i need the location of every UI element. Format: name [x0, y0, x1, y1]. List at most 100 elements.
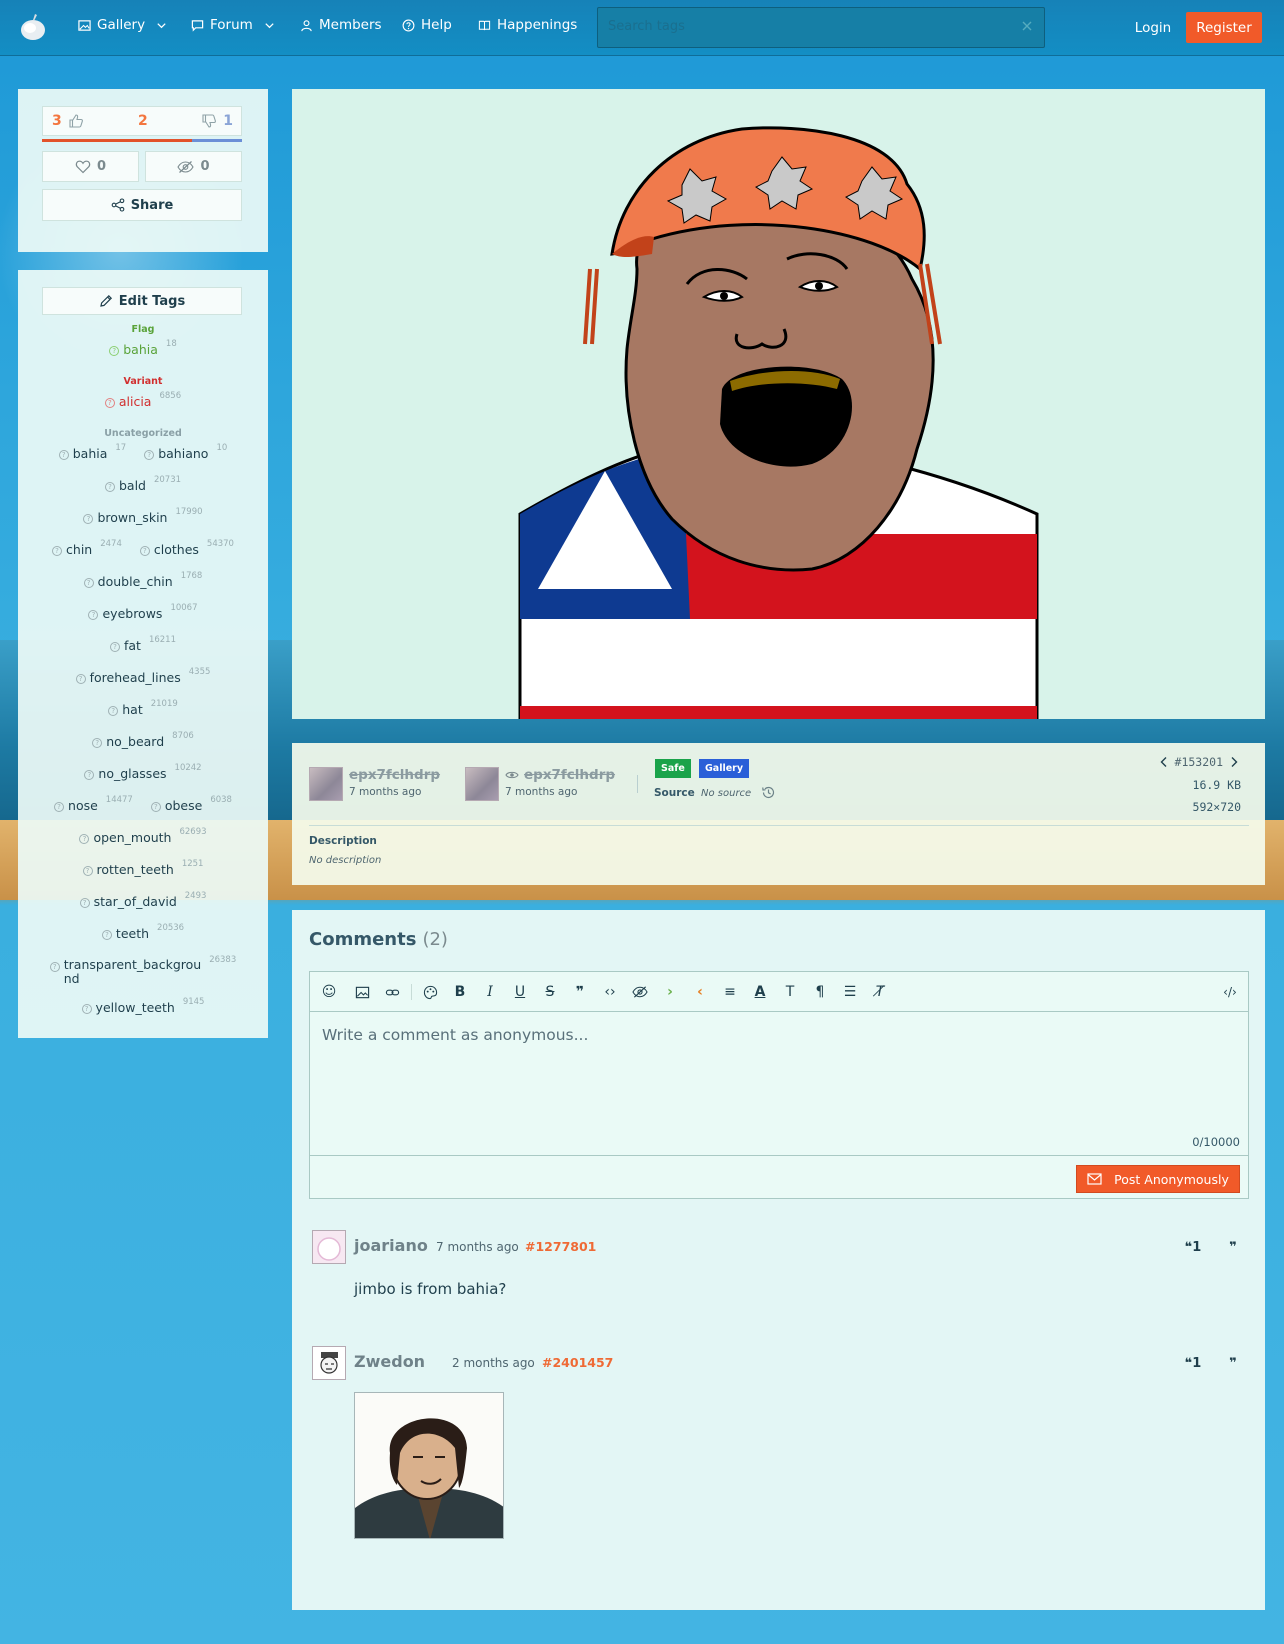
tag-help-icon[interactable]: ?	[139, 546, 150, 556]
tag[interactable]: ? alicia 6856	[104, 391, 181, 409]
favorite-button[interactable]: 0	[42, 151, 139, 182]
comment-author[interactable]: joariano	[354, 1236, 428, 1255]
orangetext-icon[interactable]: ‹	[692, 984, 708, 1000]
underline-icon[interactable]: U	[512, 984, 528, 1000]
tag-help-icon[interactable]: ?	[58, 450, 69, 460]
tag-help-icon[interactable]: ?	[79, 898, 90, 908]
comment-avatar[interactable]	[312, 1346, 346, 1380]
italic-icon[interactable]: I	[482, 984, 498, 1000]
tag-help-icon[interactable]: ?	[84, 770, 95, 780]
post-anonymously-button[interactable]: Post Anonymously	[1076, 1165, 1240, 1193]
comment-author[interactable]: Zwedon	[354, 1352, 425, 1371]
chevron-left-icon[interactable]	[1159, 756, 1169, 768]
tag-help-icon[interactable]: ?	[101, 930, 112, 940]
tag-help-icon[interactable]: ?	[82, 866, 93, 876]
tag-help-icon[interactable]: ?	[79, 834, 90, 844]
bold-icon[interactable]: B	[452, 984, 468, 1000]
editor-avatar[interactable]	[465, 767, 499, 801]
tag[interactable]: ? no_glasses 10242	[84, 763, 202, 781]
comment-input[interactable]: Write a comment as anonymous...	[322, 1026, 588, 1044]
rating-badge-safe[interactable]: Safe	[655, 759, 691, 778]
tag-help-icon[interactable]: ?	[52, 546, 63, 556]
tag[interactable]: ? no_beard 8706	[92, 731, 194, 749]
tag[interactable]: ? transparent_backgrou nd 26383	[49, 955, 236, 986]
nav-gallery[interactable]: Gallery	[78, 17, 168, 33]
tag-help-icon[interactable]: ?	[83, 578, 94, 588]
tag[interactable]: ? yellow_teeth 9145	[81, 997, 204, 1015]
paragraph-icon[interactable]: ¶	[812, 984, 828, 1000]
nav-members[interactable]: Members	[300, 17, 382, 33]
tag[interactable]: ? clothes 54370	[139, 539, 234, 557]
emoji-icon[interactable]: ☺	[321, 984, 337, 1000]
quote-icon[interactable]: ❞	[572, 984, 588, 1000]
comment-image[interactable]	[354, 1392, 504, 1539]
tag-help-icon[interactable]: ?	[81, 1004, 92, 1014]
history-icon[interactable]	[761, 785, 776, 800]
tag-help-icon[interactable]: ?	[144, 450, 155, 460]
uploader[interactable]: epx7fclhdrp 7 months ago	[309, 767, 440, 801]
editor[interactable]: epx7fclhdrp 7 months ago	[465, 767, 615, 801]
tag[interactable]: ? bahiano 10	[144, 443, 227, 461]
hide-button[interactable]: 0	[145, 151, 242, 182]
tag[interactable]: ? hat 21019	[108, 699, 178, 717]
tag-help-icon[interactable]: ?	[92, 738, 103, 748]
tag[interactable]: ? teeth 20536	[101, 923, 184, 941]
tag-help-icon[interactable]: ?	[75, 674, 86, 684]
tag[interactable]: ? star_of_david 2493	[79, 891, 206, 909]
source-mode-icon[interactable]: ‹/›	[1222, 984, 1238, 1000]
nav-happenings[interactable]: Happenings	[478, 17, 577, 33]
tag[interactable]: ? bald 20731	[104, 475, 181, 493]
tag[interactable]: ? nose 14477	[54, 795, 133, 813]
tag[interactable]: ? eyebrows 10067	[88, 603, 198, 621]
nav-help[interactable]: Help	[402, 17, 452, 33]
tag-help-icon[interactable]: ?	[150, 802, 161, 812]
quote-icon[interactable]: ❞	[1224, 1355, 1242, 1371]
tag[interactable]: ? bahia 17	[58, 443, 126, 461]
uploader-avatar[interactable]	[309, 767, 343, 801]
code-icon[interactable]: ‹›	[602, 984, 618, 1000]
clear-format-icon[interactable]: T̸	[872, 984, 888, 1000]
upvote-button[interactable]: 3	[52, 113, 84, 129]
comment-avatar[interactable]	[312, 1230, 346, 1264]
reply-icon[interactable]: ❝1	[1184, 1239, 1202, 1255]
chevron-right-icon[interactable]	[1229, 756, 1239, 768]
tag[interactable]: ? open_mouth 62693	[79, 827, 207, 845]
uploader-name[interactable]: epx7fclhdrp	[349, 767, 440, 783]
spoiler-icon[interactable]	[632, 984, 648, 1000]
quote-icon[interactable]: ❞	[1224, 1239, 1242, 1255]
tag[interactable]: ? brown_skin 17990	[83, 507, 203, 525]
tag-help-icon[interactable]: ?	[83, 514, 94, 524]
tag[interactable]: ? rotten_teeth 1251	[82, 859, 203, 877]
site-logo-icon[interactable]	[18, 12, 48, 42]
nav-forum[interactable]: Forum	[191, 17, 276, 33]
tag[interactable]: ? forehead_lines 4355	[75, 667, 210, 685]
search-input[interactable]: Search tags	[597, 7, 1045, 48]
tag-help-icon[interactable]: ?	[88, 610, 99, 620]
main-image[interactable]	[292, 89, 1265, 721]
tag-help-icon[interactable]: ?	[49, 962, 60, 972]
tag-help-icon[interactable]: ?	[109, 346, 120, 356]
image-insert-icon[interactable]	[354, 984, 370, 1000]
text-color-icon[interactable]: A	[752, 984, 768, 1000]
greentext-icon[interactable]: ›	[662, 984, 678, 1000]
link-icon[interactable]	[384, 984, 400, 1000]
category-badge-gallery[interactable]: Gallery	[699, 759, 750, 778]
tag-help-icon[interactable]: ?	[108, 706, 119, 716]
align-icon[interactable]: ≡	[722, 984, 738, 1000]
strikethrough-icon[interactable]: S	[542, 984, 558, 1000]
clear-search-icon[interactable]	[1020, 19, 1034, 33]
tag[interactable]: ? chin 2474	[52, 539, 122, 557]
tag-help-icon[interactable]: ?	[54, 802, 65, 812]
register-button[interactable]: Register	[1186, 12, 1262, 43]
list-icon[interactable]: ☰	[842, 984, 858, 1000]
tag[interactable]: ? bahia 18	[109, 339, 177, 357]
login-button[interactable]: Login	[1121, 12, 1185, 43]
tag[interactable]: ? obese 6038	[150, 795, 232, 813]
tag[interactable]: ? fat 16211	[109, 635, 176, 653]
tag-help-icon[interactable]: ?	[109, 642, 120, 652]
editor-name-wrap[interactable]: epx7fclhdrp	[505, 767, 615, 783]
palette-icon[interactable]	[422, 984, 438, 1000]
reply-icon[interactable]: ❝1	[1184, 1355, 1202, 1371]
tag-help-icon[interactable]: ?	[104, 398, 115, 408]
font-size-icon[interactable]: T	[782, 984, 798, 1000]
